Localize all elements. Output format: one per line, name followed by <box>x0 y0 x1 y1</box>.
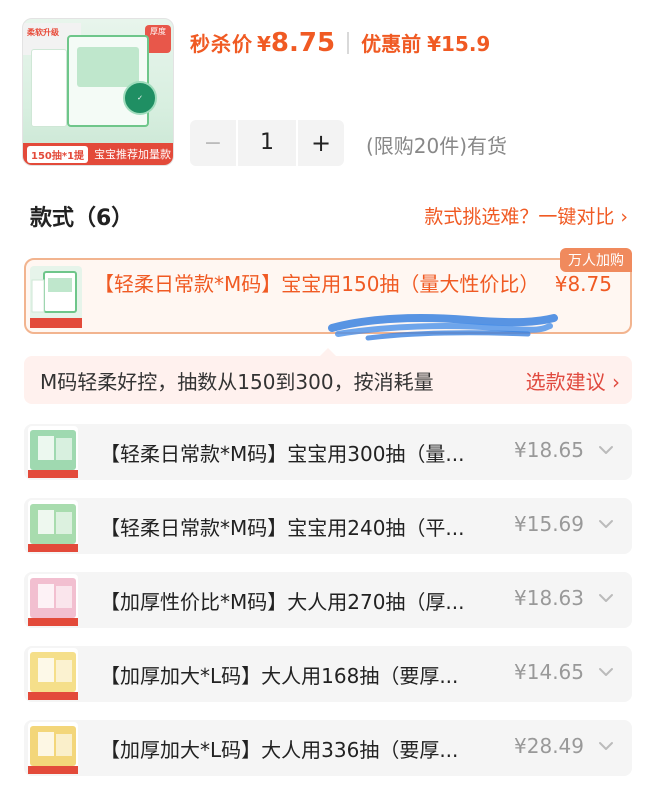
selection-advice-link[interactable]: 选款建议 › <box>526 366 620 395</box>
variant-price: ¥14.65 <box>514 660 584 684</box>
price-divider <box>347 32 350 54</box>
variant-label: 【轻柔日常款*M码】宝宝用240抽（平... <box>100 516 465 540</box>
original-price-value: ¥15.9 <box>427 32 491 56</box>
variant-option[interactable]: 【轻柔日常款*M码】宝宝用300抽（量... ¥18.65 <box>24 424 632 480</box>
chevron-down-icon <box>599 668 613 676</box>
flash-price-currency: ¥ <box>257 32 271 56</box>
variant-label: 【加厚加大*L码】大人用168抽（要厚... <box>100 664 459 688</box>
chevron-down-icon <box>599 446 613 454</box>
increase-button[interactable]: + <box>298 129 344 157</box>
variant-option[interactable]: 【加厚加大*L码】大人用336抽（要厚... ¥28.49 <box>24 720 632 776</box>
variant-thumbnail <box>28 426 78 478</box>
redaction-scribble <box>328 314 558 341</box>
variant-price: ¥8.75 <box>554 272 612 296</box>
hint-text: M码轻柔好控，抽数从150到300，按消耗量 <box>40 370 434 394</box>
variant-option[interactable]: 【加厚性价比*M码】大人用270抽（厚... ¥18.63 <box>24 572 632 628</box>
package-side-graphic <box>31 49 67 127</box>
compare-variants-link[interactable]: 款式挑选难？一键对比 › <box>424 202 628 229</box>
decrease-button[interactable]: − <box>190 131 236 156</box>
variant-thumbnail <box>28 648 78 700</box>
variant-option[interactable]: 【轻柔日常款*M码】宝宝用240抽（平... ¥15.69 <box>24 498 632 554</box>
chevron-down-icon <box>599 594 613 602</box>
variant-option[interactable]: 【加厚加大*L码】大人用168抽（要厚... ¥14.65 <box>24 646 632 702</box>
variant-thumbnail <box>28 574 78 626</box>
variant-thumbnail <box>28 500 78 552</box>
variants-title: 款式（6） <box>30 206 134 231</box>
variant-label: 【加厚性价比*M码】大人用270抽（厚... <box>100 590 465 614</box>
product-image[interactable]: 柔软升级 厚度 ✓ 150抽*1提 宝宝推荐加量款 <box>22 18 174 166</box>
variant-price: ¥18.63 <box>514 586 584 610</box>
variant-thumbnail <box>28 722 78 774</box>
variant-price: ¥15.69 <box>514 512 584 536</box>
variant-thumbnail <box>30 266 82 328</box>
price-row: 秒杀价 ¥ 8.75 优惠前 ¥15.9 <box>190 28 490 58</box>
selection-hint: M码轻柔好控，抽数从150到300，按消耗量 选款建议 › <box>24 348 632 404</box>
quality-seal-icon: ✓ <box>123 81 157 115</box>
chevron-down-icon <box>599 742 613 750</box>
variant-label: 【轻柔日常款*M码】宝宝用300抽（量... <box>100 442 465 466</box>
variant-price: ¥28.49 <box>514 734 584 758</box>
quantity-input[interactable]: 1 <box>236 120 298 166</box>
original-price-label: 优惠前 <box>361 32 422 56</box>
hero-count-pill: 150抽*1提 <box>27 145 89 163</box>
variant-label: 【轻柔日常款*M码】宝宝用150抽（量大性价比） <box>94 272 540 296</box>
stock-status: (限购20件)有货 <box>366 134 508 158</box>
chevron-down-icon <box>599 520 613 528</box>
popular-tag: 万人加购 <box>560 248 632 272</box>
hero-bottom-bar: 150抽*1提 宝宝推荐加量款 <box>23 143 173 165</box>
flash-price-label: 秒杀价 <box>190 32 253 56</box>
flash-price-value: 8.75 <box>270 28 336 58</box>
variant-label: 【加厚加大*L码】大人用336抽（要厚... <box>100 738 459 762</box>
hero-bar-text: 宝宝推荐加量款 <box>94 148 172 161</box>
variant-price: ¥18.65 <box>514 438 584 462</box>
quantity-stepper: − 1 + <box>190 120 344 166</box>
